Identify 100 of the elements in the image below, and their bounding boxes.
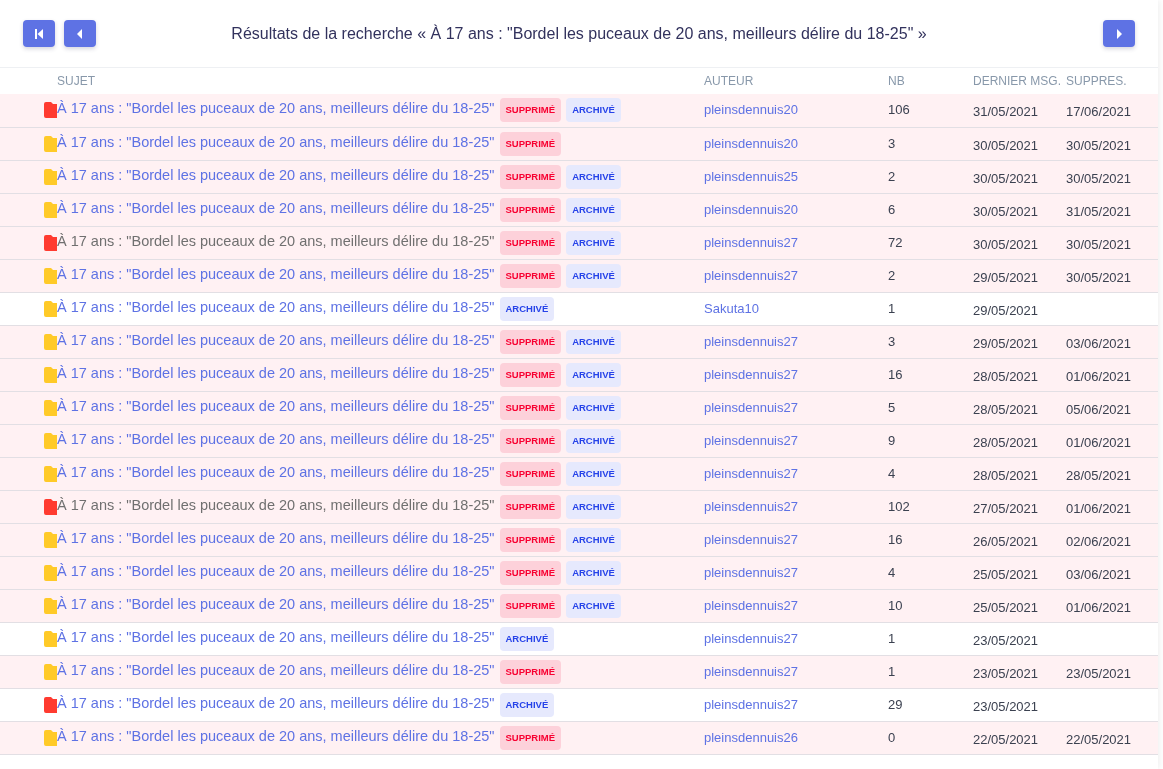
deletion-date: 30/05/2021 — [1066, 170, 1132, 186]
author-link[interactable]: pleinsdennuis27 — [704, 696, 798, 712]
last-message-date: 30/05/2021 — [973, 203, 1039, 219]
last-message-date: 28/05/2021 — [973, 467, 1039, 483]
status-badge: SUPPRIMÉ — [499, 725, 562, 750]
author-link[interactable]: pleinsdennuis27 — [704, 333, 798, 349]
deletion-date: 02/06/2021 — [1066, 533, 1132, 549]
topic-link[interactable]: À 17 ans : "Bordel les puceaux de 20 ans, meilleurs délire du 18-25" — [57, 364, 495, 381]
deletion-date: 01/06/2021 — [1066, 368, 1132, 384]
message-count: 2 — [888, 267, 896, 283]
author-link[interactable]: pleinsdennuis20 — [704, 201, 798, 217]
deletion-date: 01/06/2021 — [1066, 434, 1132, 450]
caret-left-icon — [76, 27, 84, 40]
status-badge: SUPPRIMÉ — [499, 395, 562, 420]
last-message-date: 28/05/2021 — [973, 368, 1039, 384]
column-header: DERNIER MSG. — [973, 74, 1061, 88]
deletion-date: 30/05/2021 — [1066, 269, 1132, 285]
topic-link[interactable]: À 17 ans : "Bordel les puceaux de 20 ans, meilleurs délire du 18-25" — [57, 661, 495, 678]
topic-link[interactable]: À 17 ans : "Bordel les puceaux de 20 ans, meilleurs délire du 18-25" — [57, 265, 495, 282]
author-link[interactable]: pleinsdennuis27 — [704, 498, 798, 514]
topic-link[interactable]: À 17 ans : "Bordel les puceaux de 20 ans, meilleurs délire du 18-25" — [57, 694, 495, 711]
topic-link[interactable]: À 17 ans : "Bordel les puceaux de 20 ans, meilleurs délire du 18-25" — [57, 430, 495, 447]
status-badge: ARCHIVÉ — [566, 593, 621, 618]
author-link[interactable]: Sakuta10 — [704, 300, 759, 316]
last-message-date: 23/05/2021 — [973, 632, 1039, 648]
status-badge: ARCHIVÉ — [566, 560, 621, 585]
topic-link[interactable]: À 17 ans : "Bordel les puceaux de 20 ans, meilleurs délire du 18-25" — [57, 199, 495, 216]
search-results-title: Résultats de la recherche « À 17 ans : "Bordel les puceaux de 20 ans, meilleurs délire du 18-25" » — [230, 24, 928, 43]
author-link[interactable]: pleinsdennuis27 — [704, 366, 798, 382]
message-count: 16 — [888, 531, 903, 547]
topic-link[interactable]: À 17 ans : "Bordel les puceaux de 20 ans, meilleurs délire du 18-25" — [57, 166, 495, 183]
message-count: 4 — [888, 465, 896, 481]
author-link[interactable]: pleinsdennuis27 — [704, 531, 798, 547]
message-count: 5 — [888, 399, 896, 415]
message-count: 6 — [888, 201, 896, 217]
message-count: 102 — [888, 498, 910, 514]
author-link[interactable]: pleinsdennuis27 — [704, 399, 798, 415]
topic-link[interactable]: À 17 ans : "Bordel les puceaux de 20 ans, meilleurs délire du 18-25" — [57, 232, 495, 249]
topic-link[interactable]: À 17 ans : "Bordel les puceaux de 20 ans, meilleurs délire du 18-25" — [57, 463, 495, 480]
author-link[interactable]: pleinsdennuis27 — [704, 465, 798, 481]
message-count: 9 — [888, 432, 896, 448]
author-link[interactable]: pleinsdennuis27 — [704, 564, 798, 580]
message-count: 0 — [888, 729, 896, 745]
status-badge: SUPPRIMÉ — [499, 329, 562, 354]
message-count: 72 — [888, 234, 903, 250]
message-count: 10 — [888, 597, 903, 613]
author-link[interactable]: pleinsdennuis27 — [704, 663, 798, 679]
last-message-date: 31/05/2021 — [973, 104, 1039, 120]
author-link[interactable]: pleinsdennuis27 — [704, 432, 798, 448]
last-message-date: 27/05/2021 — [973, 500, 1039, 516]
first-page-button[interactable] — [23, 20, 55, 47]
next-page-button[interactable] — [1103, 20, 1135, 47]
column-header: NB — [888, 74, 905, 88]
author-link[interactable]: pleinsdennuis27 — [704, 597, 798, 613]
status-badge: SUPPRIMÉ — [499, 263, 562, 288]
last-message-date: 22/05/2021 — [973, 731, 1039, 747]
previous-page-button[interactable] — [64, 20, 96, 47]
topic-link[interactable]: À 17 ans : "Bordel les puceaux de 20 ans, meilleurs délire du 18-25" — [57, 562, 495, 579]
status-badge: ARCHIVÉ — [566, 494, 621, 519]
status-badge: ARCHIVÉ — [566, 527, 621, 552]
last-message-date: 25/05/2021 — [973, 566, 1039, 582]
deletion-date: 03/06/2021 — [1066, 566, 1132, 582]
author-link[interactable]: pleinsdennuis20 — [704, 102, 798, 118]
deletion-date: 17/06/2021 — [1066, 104, 1132, 120]
caret-right-icon — [1115, 27, 1123, 40]
author-link[interactable]: pleinsdennuis27 — [704, 234, 798, 250]
topic-link[interactable]: À 17 ans : "Bordel les puceaux de 20 ans, meilleurs délire du 18-25" — [57, 100, 495, 117]
message-count: 3 — [888, 333, 896, 349]
deletion-date: 30/05/2021 — [1066, 137, 1132, 153]
status-badge: SUPPRIMÉ — [499, 197, 562, 222]
author-link[interactable]: pleinsdennuis20 — [704, 135, 798, 151]
message-count: 1 — [888, 663, 896, 679]
status-badge: ARCHIVÉ — [499, 296, 555, 321]
topic-link[interactable]: À 17 ans : "Bordel les puceaux de 20 ans, meilleurs délire du 18-25" — [57, 628, 495, 645]
topic-link[interactable]: À 17 ans : "Bordel les puceaux de 20 ans, meilleurs délire du 18-25" — [57, 298, 495, 315]
topic-link[interactable]: À 17 ans : "Bordel les puceaux de 20 ans, meilleurs délire du 18-25" — [57, 727, 495, 744]
status-badge: ARCHIVÉ — [566, 362, 621, 387]
topic-link[interactable]: À 17 ans : "Bordel les puceaux de 20 ans, meilleurs délire du 18-25" — [57, 496, 495, 513]
author-link[interactable]: pleinsdennuis27 — [704, 630, 798, 646]
author-link[interactable]: pleinsdennuis26 — [704, 729, 798, 745]
last-message-date: 30/05/2021 — [973, 236, 1039, 252]
author-link[interactable]: pleinsdennuis27 — [704, 267, 798, 283]
status-badge: SUPPRIMÉ — [499, 131, 562, 156]
deletion-date: 05/06/2021 — [1066, 401, 1132, 417]
status-badge: SUPPRIMÉ — [499, 659, 562, 684]
topic-link[interactable]: À 17 ans : "Bordel les puceaux de 20 ans, meilleurs délire du 18-25" — [57, 133, 495, 150]
status-badge: ARCHIVÉ — [499, 626, 555, 651]
topic-link[interactable]: À 17 ans : "Bordel les puceaux de 20 ans, meilleurs délire du 18-25" — [57, 595, 495, 612]
topic-link[interactable]: À 17 ans : "Bordel les puceaux de 20 ans, meilleurs délire du 18-25" — [57, 529, 495, 546]
status-badge: ARCHIVÉ — [566, 230, 621, 255]
status-badge: SUPPRIMÉ — [499, 428, 562, 453]
deletion-date: 22/05/2021 — [1066, 731, 1132, 747]
deletion-date: 01/06/2021 — [1066, 599, 1132, 615]
topic-link[interactable]: À 17 ans : "Bordel les puceaux de 20 ans, meilleurs délire du 18-25" — [57, 331, 495, 348]
deletion-date: 28/05/2021 — [1066, 467, 1132, 483]
topic-link[interactable]: À 17 ans : "Bordel les puceaux de 20 ans, meilleurs délire du 18-25" — [57, 397, 495, 414]
deletion-date: 01/06/2021 — [1066, 500, 1132, 516]
deletion-date: 23/05/2021 — [1066, 665, 1132, 681]
status-badge: SUPPRIMÉ — [499, 98, 562, 123]
author-link[interactable]: pleinsdennuis25 — [704, 168, 798, 184]
